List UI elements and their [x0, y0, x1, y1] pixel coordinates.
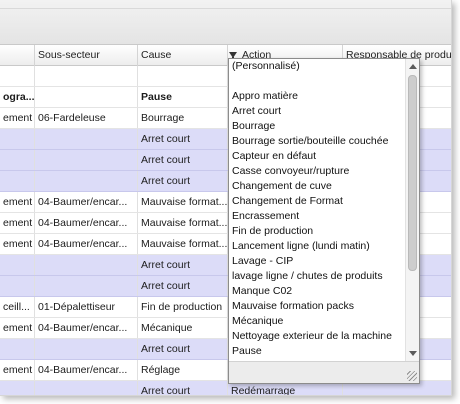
filter-option-list: (Personnalisé) Appro matière Arret court Bo… — [229, 59, 407, 361]
table-cell[interactable] — [0, 255, 35, 275]
table-cell[interactable] — [35, 339, 138, 359]
chevron-up-icon[interactable] — [409, 64, 417, 69]
table-cell[interactable]: Arret court — [138, 129, 228, 149]
table-cell[interactable]: Pause — [138, 87, 228, 107]
filter-option-blank[interactable] — [229, 74, 407, 89]
filter-option[interactable]: Lancement ligne (lundi matin) — [229, 239, 407, 254]
table-cell[interactable]: 04-Baumer/encar... — [35, 192, 138, 212]
table-cell[interactable] — [35, 66, 138, 86]
table-cell[interactable] — [35, 276, 138, 296]
table-cell[interactable]: 04-Baumer/encar... — [35, 318, 138, 338]
table-cell[interactable]: ement — [0, 234, 35, 254]
table-cell[interactable] — [35, 171, 138, 191]
table-cell[interactable] — [0, 66, 35, 86]
filter-option[interactable]: Casse convoyeur/rupture — [229, 164, 407, 179]
table-cell[interactable]: ement — [0, 213, 35, 233]
table-cell[interactable]: ement — [0, 360, 35, 380]
column-header-sous-secteur[interactable]: Sous-secteur — [35, 45, 138, 66]
table-cell[interactable]: ogra... — [0, 87, 35, 107]
table-cell[interactable]: Fin de production — [138, 297, 228, 317]
table-cell[interactable]: ement — [0, 108, 35, 128]
resize-grip-icon[interactable] — [407, 371, 417, 381]
toolbar-divider — [0, 8, 451, 9]
table-cell[interactable] — [0, 381, 35, 395]
table-cell[interactable]: ceill... — [0, 297, 35, 317]
table-cell[interactable] — [138, 66, 228, 86]
column-header-0[interactable] — [0, 45, 35, 66]
table-cell[interactable]: 04-Baumer/encar... — [35, 213, 138, 233]
table-cell[interactable]: 06-Fardeleuse — [35, 108, 138, 128]
filter-option[interactable]: Mauvaise formation packs — [229, 299, 407, 314]
scrollbar-thumb[interactable] — [408, 75, 417, 271]
table-cell[interactable] — [0, 339, 35, 359]
filter-option[interactable]: Fin de production — [229, 224, 407, 239]
filter-option[interactable]: Lavage - CIP — [229, 254, 407, 269]
table-cell[interactable] — [0, 276, 35, 296]
filter-option[interactable]: (Personnalisé) — [229, 59, 407, 74]
table-cell[interactable] — [0, 171, 35, 191]
table-cell[interactable] — [35, 129, 138, 149]
chevron-down-icon[interactable] — [409, 351, 417, 356]
filter-option[interactable]: Manque C02 — [229, 284, 407, 299]
table-cell[interactable] — [35, 150, 138, 170]
filter-option[interactable]: Bourrage — [229, 119, 407, 134]
column-header-cause[interactable]: Cause — [138, 45, 228, 66]
filter-option[interactable]: Capteur en défaut — [229, 149, 407, 164]
filter-option[interactable]: Mécanique — [229, 314, 407, 329]
table-cell[interactable] — [0, 129, 35, 149]
table-cell[interactable]: 04-Baumer/encar... — [35, 360, 138, 380]
filter-dropdown[interactable]: (Personnalisé) Appro matière Arret court Bo… — [228, 58, 420, 384]
table-cell[interactable]: Mauvaise format... — [138, 192, 228, 212]
table-cell[interactable] — [35, 87, 138, 107]
table-cell[interactable]: Arret court — [138, 381, 228, 395]
filter-option[interactable]: Arret court — [229, 104, 407, 119]
table-cell[interactable] — [0, 150, 35, 170]
table-cell[interactable]: Mauvaise format... — [138, 234, 228, 254]
filter-option[interactable]: Appro matière — [229, 89, 407, 104]
filter-option[interactable]: Changement de Format — [229, 194, 407, 209]
table-cell[interactable]: Arret court — [138, 255, 228, 275]
table-cell[interactable]: ement — [0, 192, 35, 212]
filter-option[interactable]: Encrassement — [229, 209, 407, 224]
filter-option[interactable]: lavage ligne / chutes de produits — [229, 269, 407, 284]
table-cell[interactable] — [35, 255, 138, 275]
toolbar-area — [0, 0, 451, 44]
table-cell[interactable]: Arret court — [138, 276, 228, 296]
table-cell[interactable]: ement — [0, 318, 35, 338]
dropdown-footer — [229, 361, 419, 383]
table-cell[interactable]: Arret court — [138, 171, 228, 191]
table-cell[interactable]: 01-Dépalettiseur — [35, 297, 138, 317]
table-cell[interactable] — [35, 381, 138, 395]
filter-option[interactable]: Pause — [229, 344, 407, 359]
table-cell[interactable]: Bourrage — [138, 108, 228, 128]
filter-option[interactable]: Bourrage sortie/bouteille couchée — [229, 134, 407, 149]
table-cell[interactable]: Réglage — [138, 360, 228, 380]
filter-option[interactable]: Changement de cuve — [229, 179, 407, 194]
table-cell[interactable]: 04-Baumer/encar... — [35, 234, 138, 254]
table-cell[interactable]: Mauvaise format... — [138, 213, 228, 233]
table-cell[interactable]: Mécanique — [138, 318, 228, 338]
dropdown-scrollbar[interactable] — [405, 59, 419, 361]
table-cell[interactable]: Arret court — [138, 339, 228, 359]
table-cell[interactable]: Arret court — [138, 150, 228, 170]
filter-option[interactable]: Nettoyage exterieur de la machine — [229, 329, 407, 344]
